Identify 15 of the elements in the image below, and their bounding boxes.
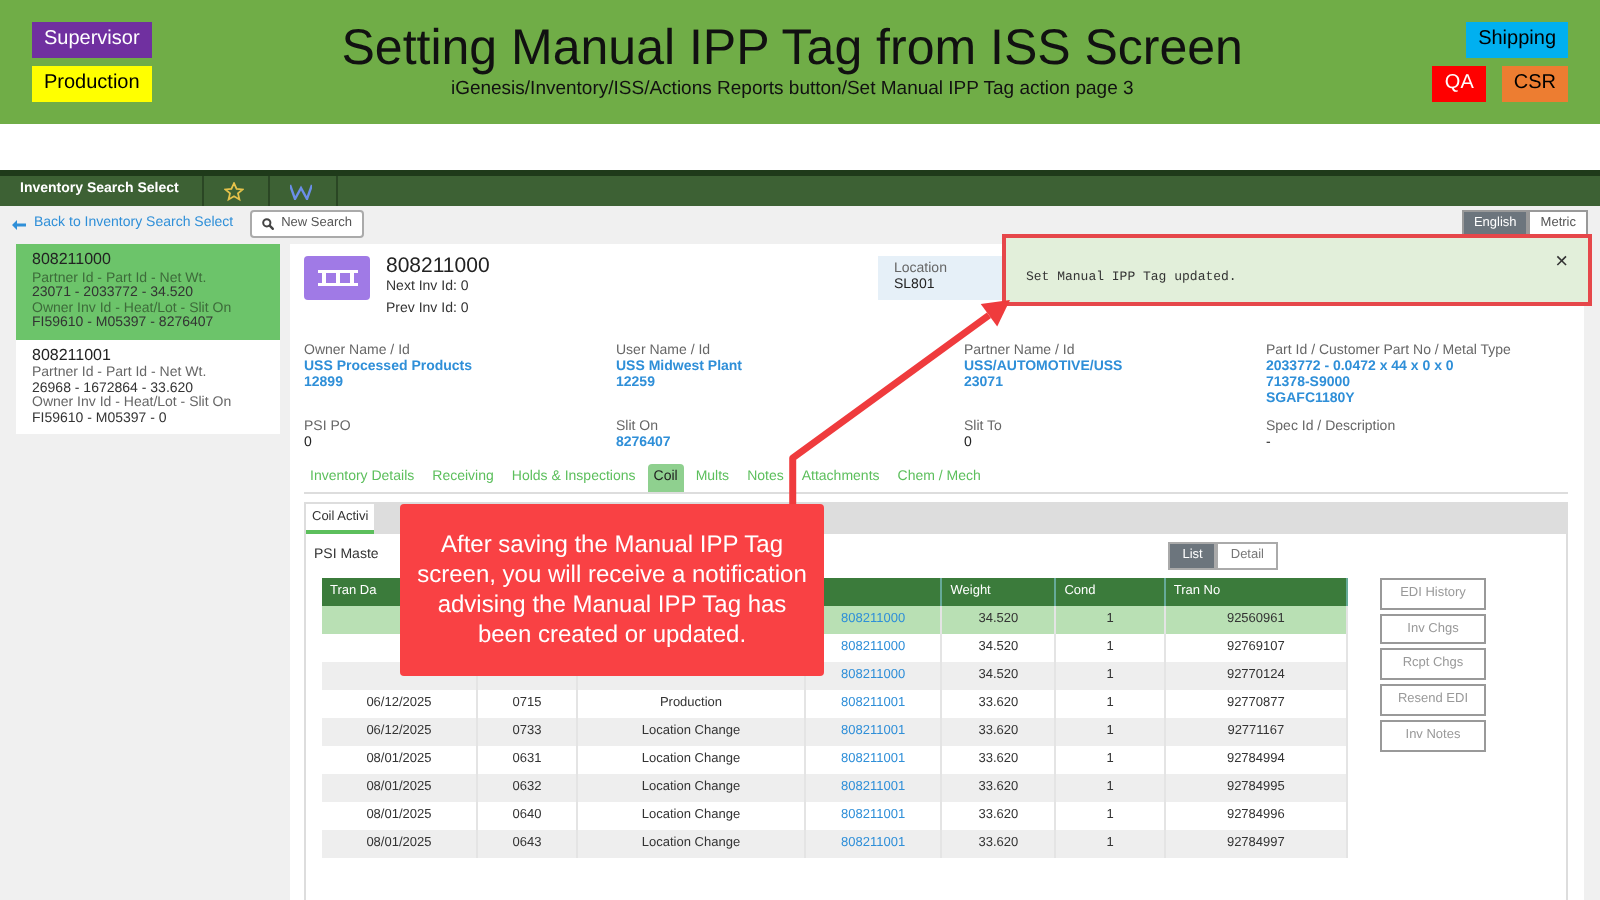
role-tag: QA — [1432, 66, 1486, 102]
w-logo-icon[interactable] — [290, 183, 313, 199]
inventory-id: 808211000 — [386, 256, 490, 278]
star-icon[interactable] — [224, 181, 245, 201]
role-tag: Production — [32, 66, 152, 102]
pallet-icon — [304, 256, 370, 300]
search-icon — [261, 218, 274, 230]
role-tag: CSR — [1501, 66, 1568, 102]
callout-text: After saving the Manual IPP Tag screen, you will receive a notification advising the Manual IPP Tag has been created or updated. — [416, 530, 808, 650]
close-button[interactable]: × — [1555, 251, 1568, 273]
role-tag: Shipping — [1466, 22, 1568, 58]
role-tag: Supervisor — [32, 22, 152, 58]
back-arrow-icon — [12, 219, 26, 229]
slide-title: Setting Manual IPP Tag from ISS Screen — [341, 19, 1243, 76]
slide-subtitle: iGenesis/Inventory/ISS/Actions Reports button/Set Manual IPP Tag action page 3 — [450, 75, 1134, 104]
